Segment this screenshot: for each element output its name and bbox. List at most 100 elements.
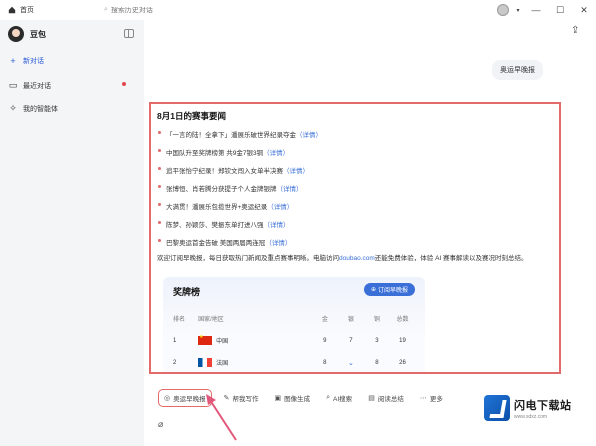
row-gold: 8 bbox=[323, 359, 327, 366]
title-bar: 首页 ⌕ ▾ — ☐ ✕ bbox=[0, 0, 596, 20]
watermark-name: 闪电下载站 bbox=[514, 399, 572, 412]
brand-name: 豆包 bbox=[30, 29, 46, 39]
header-bronze: 铜 bbox=[373, 317, 380, 323]
list-item: 中国队升至奖牌榜第 共9金7银3铜（详情） bbox=[157, 147, 553, 157]
news-text: 大满贯！潘展乐包揽世界+奥运纪录 bbox=[166, 204, 268, 211]
list-item: 巴黎奥运首金告破 美国两届两连冠（详情） bbox=[157, 237, 553, 247]
attachment-icon[interactable]: ⌀ bbox=[158, 419, 163, 430]
sidebar-collapse-icon[interactable] bbox=[124, 29, 134, 38]
news-text: 巴黎奥运首金告破 美国两届两连冠 bbox=[166, 240, 266, 247]
detail-link[interactable]: （详情） bbox=[264, 222, 290, 229]
sidebar: 豆包 + 新对话 ▭ 最近对话 ✧ 我的智能体 bbox=[0, 20, 144, 446]
list-item: 「一言的陆！全拿下」潘展乐破世界纪录夺金（详情） bbox=[157, 129, 553, 139]
main-panel: ⇪ 奥运早晚报 8月1日的赛事要闻 「一言的陆！全拿下」潘展乐破世界纪录夺金（详… bbox=[144, 20, 596, 446]
watermark-text: 闪电下载站 www.sdxz.com bbox=[514, 397, 572, 420]
list-item: 追平张怡宁纪录！郑钦文闯入女单半决赛（详情） bbox=[157, 165, 553, 175]
assistant-answer: 8月1日的赛事要闻 「一言的陆！全拿下」潘展乐破世界纪录夺金（详情） 中国队升至… bbox=[149, 102, 561, 374]
row-country: 法国 bbox=[198, 358, 312, 367]
row-total: 26 bbox=[399, 359, 406, 366]
detail-link[interactable]: （详情） bbox=[283, 168, 309, 175]
user-avatar[interactable] bbox=[497, 4, 509, 16]
news-text: 张博恒、肖若腾分获提子个人金牌银牌 bbox=[166, 186, 277, 193]
header-country: 国家/地区 bbox=[198, 317, 224, 323]
subscribe-button[interactable]: ⊕ 订阅早晚报 bbox=[363, 283, 415, 296]
france-flag-icon bbox=[198, 358, 213, 367]
chat-icon: ▭ bbox=[8, 80, 18, 90]
tool-label: 图像生成 bbox=[284, 396, 311, 403]
home-tab[interactable]: 首页 bbox=[0, 0, 100, 20]
row-bronze: 3 bbox=[375, 337, 379, 344]
home-icon bbox=[8, 6, 16, 14]
pen-icon: ✎ bbox=[223, 395, 230, 402]
news-text: 追平张怡宁纪录！郑钦文闯入女单半决赛 bbox=[166, 168, 283, 175]
row-rank: 1 bbox=[173, 337, 177, 344]
list-item: 张博恒、肖若腾分获提子个人金牌银牌（详情） bbox=[157, 183, 553, 193]
user-message: 奥运早晚报 bbox=[492, 60, 543, 80]
doc-icon: ▤ bbox=[368, 395, 375, 402]
watermark: 闪电下载站 www.sdxz.com bbox=[484, 388, 592, 428]
search-icon: ⌕ bbox=[104, 6, 108, 13]
detail-link[interactable]: （详情） bbox=[265, 240, 291, 247]
doubao-link[interactable]: doubao.com bbox=[339, 255, 375, 262]
chat-input[interactable] bbox=[169, 420, 470, 428]
sidebar-item-new-chat[interactable]: + 新对话 bbox=[8, 56, 136, 66]
news-list: 「一言的陆！全拿下」潘展乐破世界纪录夺金（详情） 中国队升至奖牌榜第 共9金7银… bbox=[157, 129, 553, 247]
chevron-down-icon[interactable]: ⌄ bbox=[348, 360, 354, 367]
watermark-url: www.sdxz.com bbox=[514, 413, 548, 420]
summary-text: 欢迎订阅早晚报，每日获取热门新闻及重点赛事明晰。电脑访问 bbox=[157, 255, 339, 262]
window-controls: ▾ — ☐ ✕ bbox=[497, 0, 596, 20]
row-gold: 9 bbox=[323, 337, 327, 344]
tool-label: AI搜索 bbox=[333, 396, 353, 403]
tool-label: 阅读总结 bbox=[377, 396, 404, 403]
list-item: 陈梦、孙颖莎、樊振东单打进八强（详情） bbox=[157, 219, 553, 229]
sidebar-item-label: 我的智能体 bbox=[23, 105, 58, 113]
brand-avatar bbox=[8, 26, 24, 42]
read-summary-button[interactable]: ▤ 阅读总结 bbox=[364, 390, 408, 406]
image-icon: ▣ bbox=[274, 395, 282, 402]
row-rank: 2 bbox=[173, 359, 177, 366]
medal-table-header: 排名 国家/地区 金 银 铜 总数 bbox=[173, 314, 415, 323]
maximize-icon[interactable]: ☐ bbox=[548, 0, 572, 20]
share-icon[interactable]: ⇪ bbox=[571, 25, 579, 36]
summary-text: 还能免费体验，体验 AI 赛事解读以及赛况时刻总结。 bbox=[374, 255, 528, 262]
tool-label: 帮我写作 bbox=[232, 396, 259, 403]
subscribe-icon: ⊕ bbox=[370, 287, 376, 293]
minimize-icon[interactable]: — bbox=[524, 0, 548, 20]
ai-search-button[interactable]: ⌕ AI搜索 bbox=[322, 390, 356, 406]
detail-link[interactable]: （详情） bbox=[267, 204, 293, 211]
chevron-down-icon[interactable]: ▾ bbox=[512, 0, 524, 20]
history-search[interactable]: ⌕ bbox=[104, 3, 188, 17]
home-tab-label: 首页 bbox=[20, 7, 34, 14]
row-total: 19 bbox=[399, 337, 406, 344]
medal-table-card: 奖牌榜 ⊕ 订阅早晚报 排名 国家/地区 金 银 铜 总数 1 中国 9 7 3… bbox=[163, 277, 425, 372]
table-row: 2 法国 8 ⌄ 8 26 bbox=[173, 358, 415, 367]
olympic-report-button[interactable]: ◎ 奥运早晚报 bbox=[158, 389, 212, 407]
sidebar-item-my-agents[interactable]: ✧ 我的智能体 bbox=[8, 103, 136, 114]
answer-summary: 欢迎订阅早晚报，每日获取热门新闻及重点赛事明晰。电脑访问doubao.com还能… bbox=[157, 253, 555, 265]
sparkle-icon: ✧ bbox=[9, 103, 17, 113]
detail-link[interactable]: （详情） bbox=[263, 150, 289, 157]
more-button[interactable]: ⋯ 更多 bbox=[416, 390, 447, 406]
sidebar-item-recent-chats[interactable]: ▭ 最近对话 bbox=[8, 80, 136, 91]
list-item: 大满贯！潘展乐包揽世界+奥运纪录（详情） bbox=[157, 201, 553, 211]
close-icon[interactable]: ✕ bbox=[572, 0, 596, 20]
table-row: 1 中国 9 7 3 19 bbox=[173, 334, 415, 345]
news-text: 「一言的陆！全拿下」潘展乐破世界纪录夺金 bbox=[166, 132, 296, 139]
plus-icon: + bbox=[10, 56, 16, 66]
header-gold: 金 bbox=[321, 317, 328, 323]
watermark-logo-icon bbox=[484, 395, 510, 421]
help-write-button[interactable]: ✎ 帮我写作 bbox=[220, 390, 263, 406]
search-icon: ⌕ bbox=[326, 394, 331, 401]
history-search-input[interactable] bbox=[110, 6, 181, 14]
detail-link[interactable]: （详情） bbox=[296, 132, 322, 139]
detail-link[interactable]: （详情） bbox=[277, 186, 303, 193]
news-text: 陈梦、孙颖莎、樊振东单打进八强 bbox=[166, 222, 264, 229]
answer-heading: 8月1日的赛事要闻 bbox=[157, 111, 226, 121]
skill-toolbar: ◎ 奥运早晚报 ✎ 帮我写作 ▣ 图像生成 ⌕ AI搜索 ▤ 阅读总结 ⋯ 更多 bbox=[158, 389, 447, 407]
row-silver[interactable]: ⌄ bbox=[338, 359, 364, 367]
china-flag-icon bbox=[198, 334, 213, 345]
image-generate-button[interactable]: ▣ 图像生成 bbox=[270, 390, 314, 406]
tool-label: 奥运早晚报 bbox=[173, 396, 206, 403]
more-icon: ⋯ bbox=[419, 395, 427, 402]
header-rank: 排名 bbox=[173, 317, 186, 323]
